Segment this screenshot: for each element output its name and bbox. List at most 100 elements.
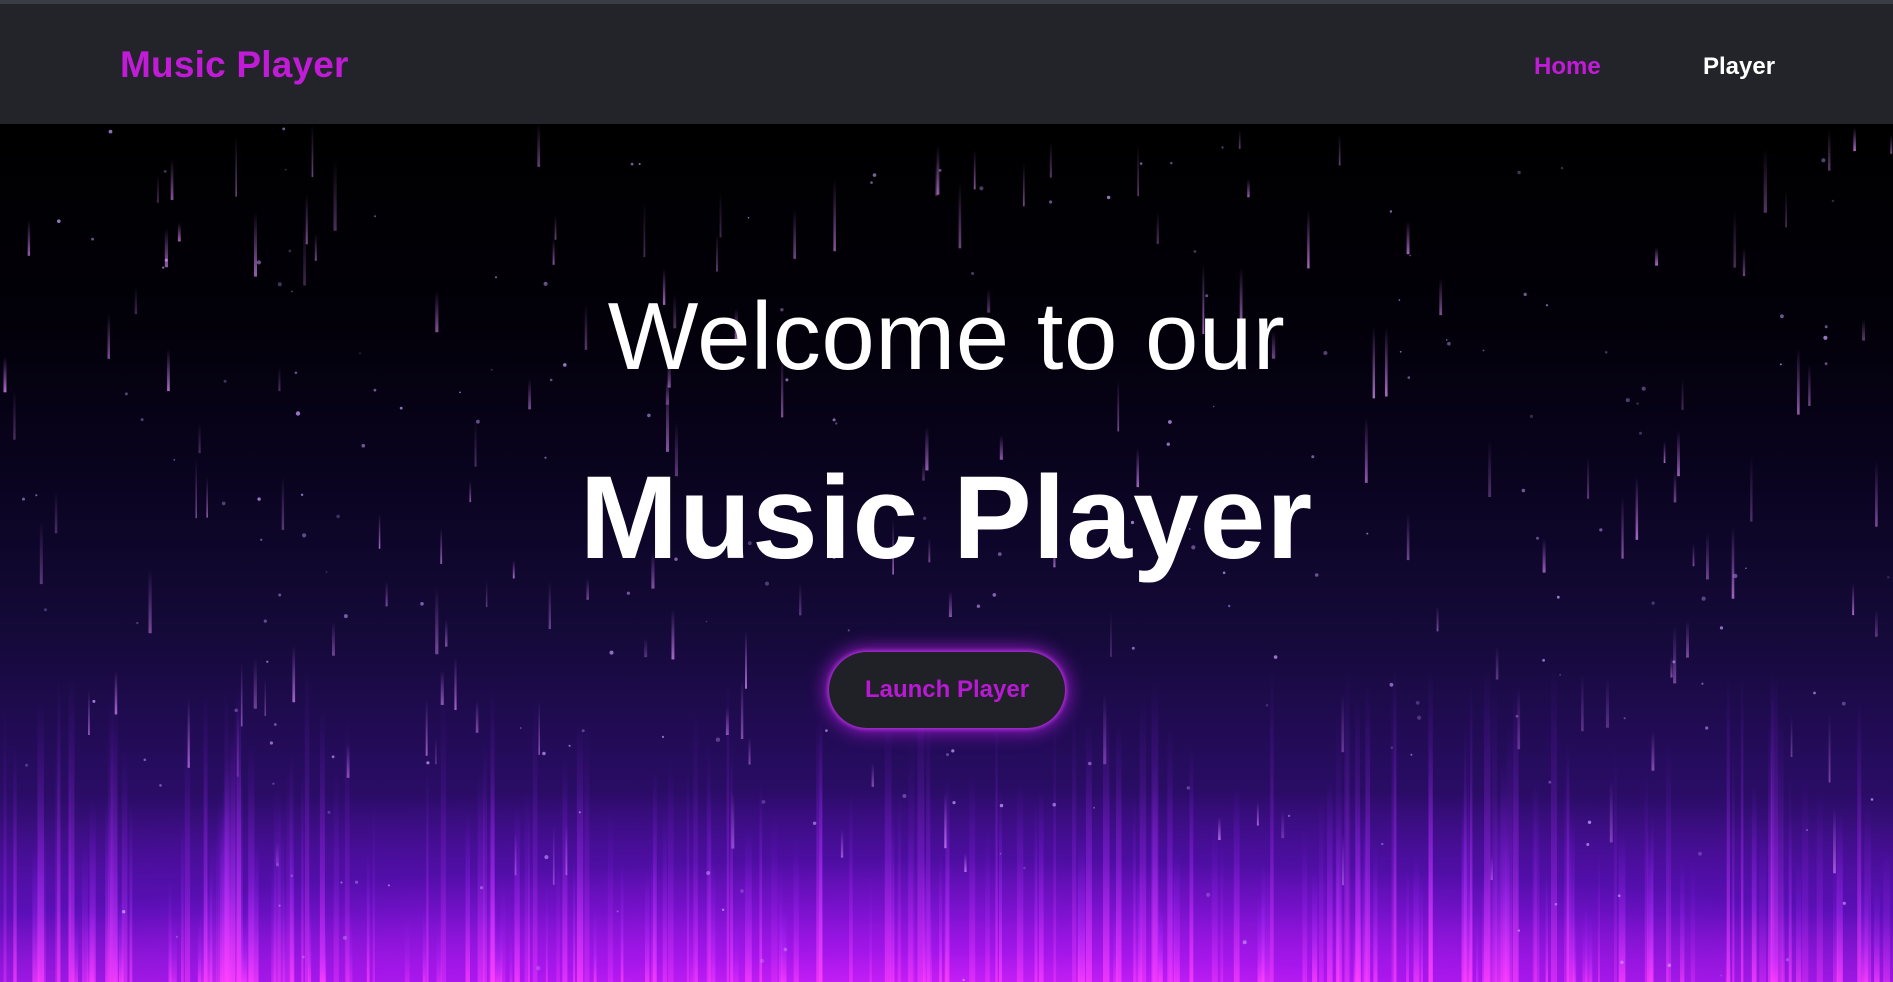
rain-streak (644, 637, 648, 658)
spectrum-bar (1874, 882, 1880, 982)
spectrum-bar (1261, 857, 1265, 982)
rain-streak (1605, 678, 1609, 728)
spectrum-bar (1461, 792, 1467, 982)
star-dot (361, 443, 366, 448)
spectrum-bar (301, 764, 304, 982)
rain-streak (1338, 133, 1341, 166)
spectrum-bar (248, 869, 253, 982)
star-dot (290, 874, 294, 878)
spectrum-bar (1582, 909, 1589, 982)
spectrum-bar (290, 845, 295, 982)
spectrum-bar (308, 897, 312, 982)
spectrum-bar (1883, 847, 1890, 982)
star-dot (902, 794, 907, 798)
star-dot (1556, 595, 1560, 599)
rain-streak (1828, 713, 1831, 783)
spectrum-bar (667, 756, 674, 982)
spectrum-bar (1319, 795, 1324, 982)
spectrum-bar (1420, 873, 1423, 982)
rain-streak (1853, 127, 1856, 152)
star-dot (1651, 601, 1655, 605)
rain-streak (719, 190, 722, 238)
star-dot (1265, 704, 1269, 707)
spectrum-bar (32, 845, 40, 982)
spectrum-bar (483, 738, 488, 982)
star-dot (1093, 806, 1095, 809)
star-dot (1870, 798, 1874, 801)
rain-streak (235, 135, 237, 197)
star-dot (1620, 960, 1624, 964)
spectrum-bar (532, 695, 538, 982)
spectrum-bar (726, 678, 730, 982)
spectrum-bar (1053, 712, 1057, 982)
star-dot (273, 723, 277, 726)
star-dot (340, 881, 343, 884)
spectrum-bar (1476, 906, 1479, 982)
star-dot (276, 863, 279, 867)
star-dot (162, 266, 165, 269)
spectrum-bar (897, 804, 900, 982)
spectrum-bar (1732, 741, 1735, 982)
rain-streak (1495, 646, 1499, 680)
rain-streak (1156, 211, 1159, 244)
nav-home-link[interactable]: Home (1534, 53, 1601, 81)
spectrum-bar (224, 686, 229, 982)
star-dot (374, 215, 377, 218)
star-dot (57, 219, 61, 223)
rain-streak (671, 609, 675, 660)
spectrum-bar (1152, 761, 1157, 982)
spectrum-bar (1034, 800, 1038, 982)
launch-player-button[interactable]: Launch Player (829, 652, 1065, 728)
spectrum-bar (1494, 795, 1501, 982)
star-dot (163, 169, 167, 173)
nav-player-link[interactable]: Player (1703, 53, 1775, 81)
spectrum-bar (1038, 787, 1044, 982)
star-dot (740, 889, 744, 893)
spectrum-bar (1335, 708, 1342, 982)
star-dot (1821, 158, 1826, 163)
brand-logo[interactable]: Music Player (120, 44, 349, 86)
rain-streak (454, 657, 457, 710)
star-dot (536, 966, 541, 971)
star-dot (1636, 402, 1639, 405)
star-dot (1515, 714, 1519, 718)
spectrum-bar (216, 807, 219, 982)
rain-streak (177, 222, 181, 242)
rain-streak (435, 587, 439, 655)
spectrum-bar (1406, 865, 1409, 982)
spectrum-bar (985, 825, 990, 982)
star-dot (476, 419, 480, 424)
spectrum-bar (945, 773, 950, 982)
star-dot (331, 755, 335, 759)
rain-streak (1110, 611, 1112, 657)
star-dot (1559, 674, 1561, 676)
spectrum-bar (923, 848, 926, 982)
spectrum-bar (129, 801, 133, 982)
rain-streak (303, 222, 306, 286)
star-dot (295, 411, 301, 416)
spectrum-bar (404, 913, 410, 982)
rain-streak (1022, 162, 1025, 207)
rain-streak (537, 124, 541, 167)
spectrum-bar (1220, 833, 1224, 982)
spectrum-bar (344, 716, 350, 982)
spectrum-bar (13, 745, 17, 982)
spectrum-bar (1270, 665, 1274, 982)
star-dot (263, 619, 267, 623)
star-dot (1639, 431, 1642, 435)
rain-streak (435, 736, 437, 765)
spectrum-bar (112, 865, 119, 982)
spectrum-bar (528, 810, 530, 982)
spectrum-bar (1861, 880, 1868, 982)
spectrum-bar (759, 782, 763, 982)
star-dot (272, 782, 275, 785)
spectrum-bar (593, 906, 597, 982)
star-dot (278, 904, 281, 907)
rain-streak (1342, 833, 1345, 886)
rain-streak (538, 700, 540, 755)
star-dot (1831, 199, 1835, 203)
spectrum-bar (645, 869, 650, 982)
star-dot (616, 910, 619, 913)
star-dot (1052, 802, 1056, 807)
rain-streak (548, 581, 551, 629)
